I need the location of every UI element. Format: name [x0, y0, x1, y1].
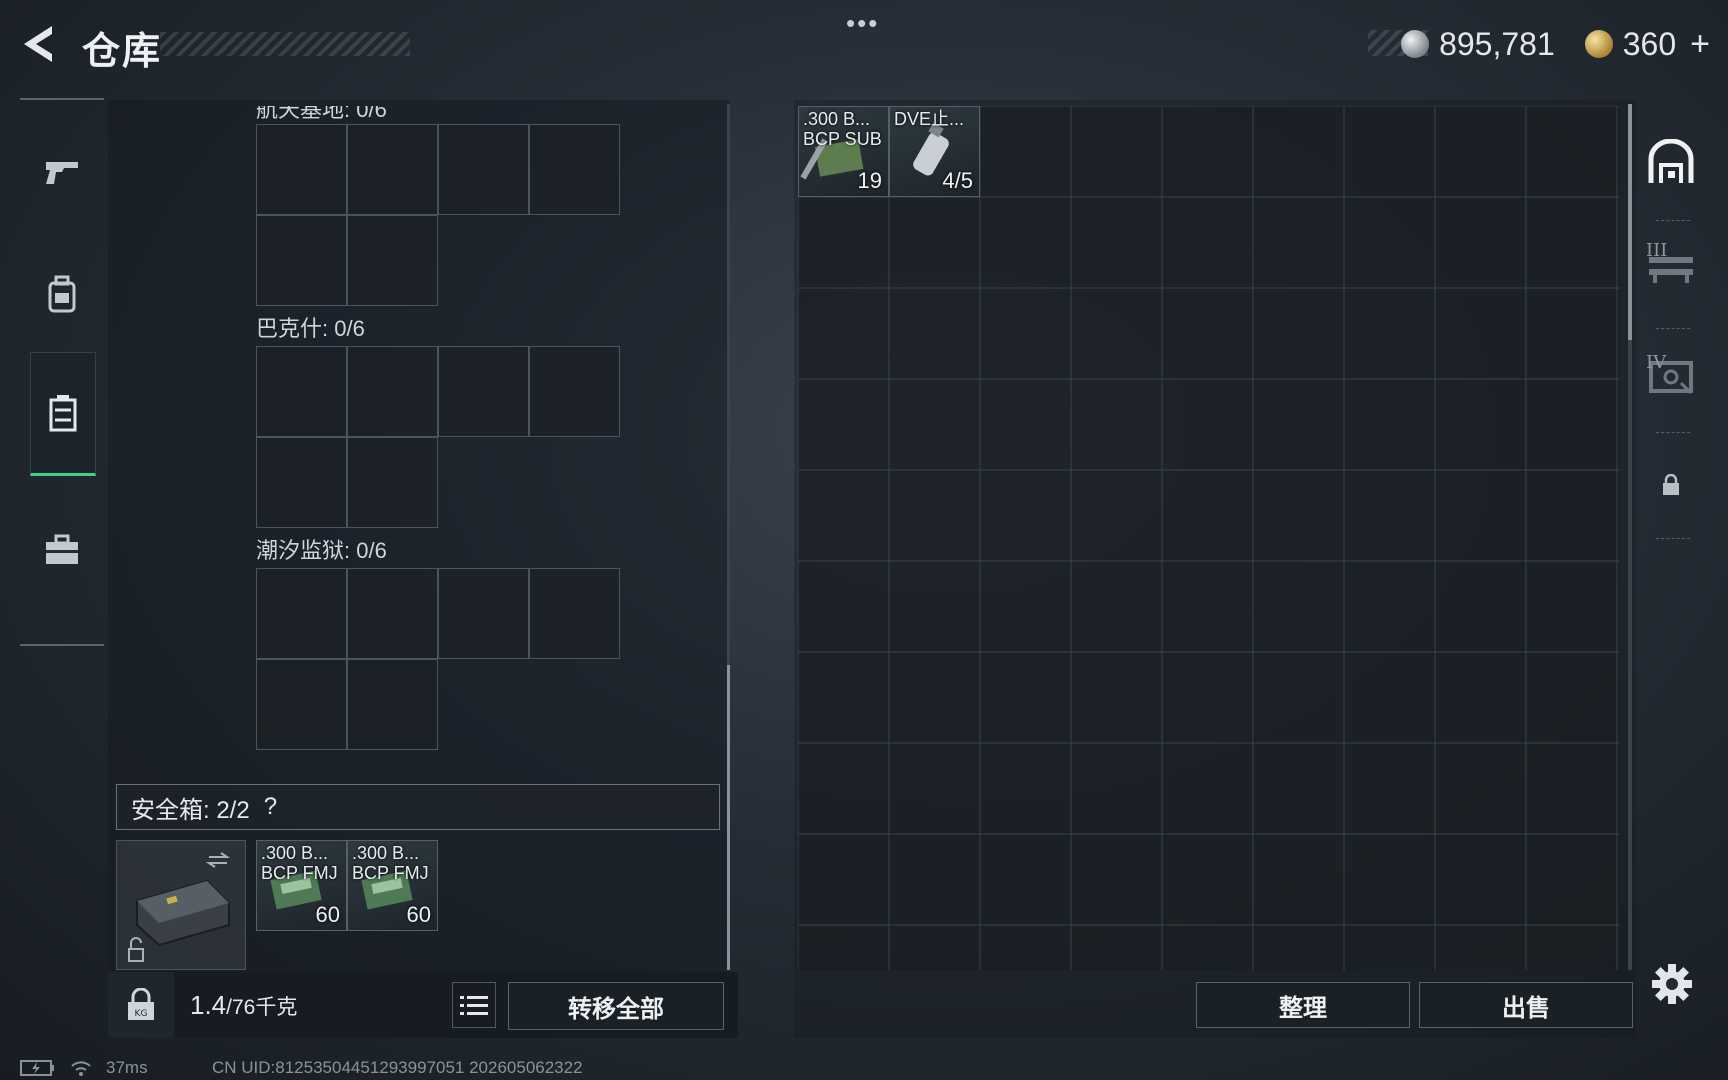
silver-coin-icon: [1401, 30, 1430, 58]
rail-locker[interactable]: [30, 352, 96, 476]
page-title: 仓库: [82, 29, 163, 73]
locker-icon: [49, 395, 77, 432]
rail-separator: [1656, 538, 1690, 539]
weight-lock-icon: KG: [128, 988, 154, 1020]
gear-icon: [1652, 964, 1692, 1004]
gold-amount: 360: [1622, 25, 1677, 62]
container-slot[interactable]: [438, 346, 529, 437]
rail-backpack[interactable]: [30, 234, 94, 354]
container-slot[interactable]: [529, 568, 620, 659]
item-subname: BCP FMJ: [352, 863, 429, 883]
list-icon: [460, 996, 488, 1015]
stash-home-icon: [1648, 139, 1694, 183]
container-slot[interactable]: [256, 215, 347, 306]
backpack-icon: [48, 275, 76, 313]
container-slot[interactable]: [438, 568, 529, 659]
weight-lock: KG: [108, 972, 174, 1038]
container-slot[interactable]: [529, 124, 620, 215]
safe-box-header: 安全箱: 2/2 ?: [116, 784, 720, 830]
item-name: .300 B...: [803, 109, 871, 129]
stash-grid[interactable]: [798, 106, 1620, 970]
container-slot[interactable]: [347, 568, 438, 659]
lock-icon: [1663, 474, 1679, 495]
stash-tab-1[interactable]: [1640, 134, 1702, 190]
stash-tab-3-roman: III: [1646, 240, 1668, 261]
container-slot[interactable]: [347, 659, 438, 750]
wifi-icon: [71, 1061, 91, 1076]
container-slot[interactable]: [347, 124, 438, 215]
currency-bar: 895,781 360 +: [1401, 22, 1710, 66]
container-slot[interactable]: [256, 346, 347, 437]
equipment-scroll-thumb[interactable]: [727, 665, 730, 970]
stash-tab-locked[interactable]: [1640, 470, 1702, 500]
safe-box-label: 安全箱: 2/2: [131, 796, 250, 824]
container-slot[interactable]: [256, 568, 347, 659]
rail-toolbox[interactable]: [30, 490, 94, 610]
safe-case-icon: [128, 852, 231, 962]
category-rail: [20, 98, 104, 646]
container-slot[interactable]: [256, 659, 347, 750]
container-slot[interactable]: [438, 124, 529, 215]
menu-dots-button[interactable]: •••: [846, 8, 879, 39]
rail-separator: [1656, 328, 1690, 329]
stash-scroll-thumb[interactable]: [1628, 104, 1632, 340]
back-arrow-icon: [24, 26, 52, 62]
container-slot[interactable]: [529, 346, 620, 437]
item-count: 60: [315, 902, 340, 927]
item-count: 4/5: [942, 168, 973, 193]
item-tile[interactable]: .300 B... BCP SUB 19: [798, 106, 889, 197]
gold-coin-icon: [1584, 30, 1613, 58]
settings-button[interactable]: [1650, 962, 1694, 1006]
add-currency-button[interactable]: +: [1690, 25, 1710, 64]
item-tile[interactable]: .300 B... BCP FMJ 60: [256, 840, 347, 931]
rail-separator: [1656, 432, 1690, 433]
weight-readout: 1.4/76千克: [190, 990, 297, 1021]
container-slot[interactable]: [347, 346, 438, 437]
stash-tab-4-roman: IV: [1646, 352, 1667, 373]
uid-readout: CN UID:8125350445129399705‌1 20260506232…: [212, 1058, 583, 1077]
list-view-button[interactable]: [452, 982, 496, 1028]
container-slot[interactable]: [347, 215, 438, 306]
svg-text:KG: KG: [135, 1009, 148, 1019]
container-label: 航天基地: 0/6: [256, 97, 387, 122]
sort-button[interactable]: 整理: [1196, 982, 1410, 1028]
container-label: 潮汐监狱: 0/6: [256, 538, 387, 563]
sell-button[interactable]: 出售: [1419, 982, 1633, 1028]
safe-box-slot[interactable]: [116, 840, 246, 970]
item-name: DVE止...: [894, 109, 965, 129]
item-count: 60: [406, 902, 431, 927]
battery-icon: [20, 1060, 54, 1076]
pistol-icon: [46, 162, 78, 184]
item-subname: BCP SUB: [803, 129, 882, 149]
weight-current: 1.4: [190, 990, 227, 1020]
transfer-all-button[interactable]: 转移全部: [508, 982, 724, 1030]
stash-grid-lines: [798, 106, 1620, 970]
title-decoration: [160, 32, 410, 56]
item-subname: BCP FMJ: [261, 863, 338, 883]
silver-amount: 895,781: [1439, 25, 1555, 62]
help-button[interactable]: ?: [264, 793, 277, 821]
rail-separator: [1656, 220, 1690, 221]
status-bar: 37ms: [20, 1058, 148, 1078]
item-name: .300 B...: [261, 843, 329, 863]
back-button[interactable]: [20, 22, 60, 66]
weight-max: /76千克: [226, 996, 298, 1019]
item-name: .300 B...: [352, 843, 420, 863]
ping-readout: 37ms: [106, 1058, 148, 1077]
item-count: 19: [857, 168, 882, 193]
rail-weapons[interactable]: [30, 112, 94, 232]
item-tile[interactable]: .300 B... BCP FMJ 60: [347, 840, 438, 931]
container-slot[interactable]: [347, 437, 438, 528]
item-tile[interactable]: DVE止... 4/5: [889, 106, 980, 197]
container-slot[interactable]: [256, 124, 347, 215]
container-label: 巴克什: 0/6: [256, 316, 365, 341]
container-slot[interactable]: [256, 437, 347, 528]
toolbox-icon: [46, 534, 78, 564]
